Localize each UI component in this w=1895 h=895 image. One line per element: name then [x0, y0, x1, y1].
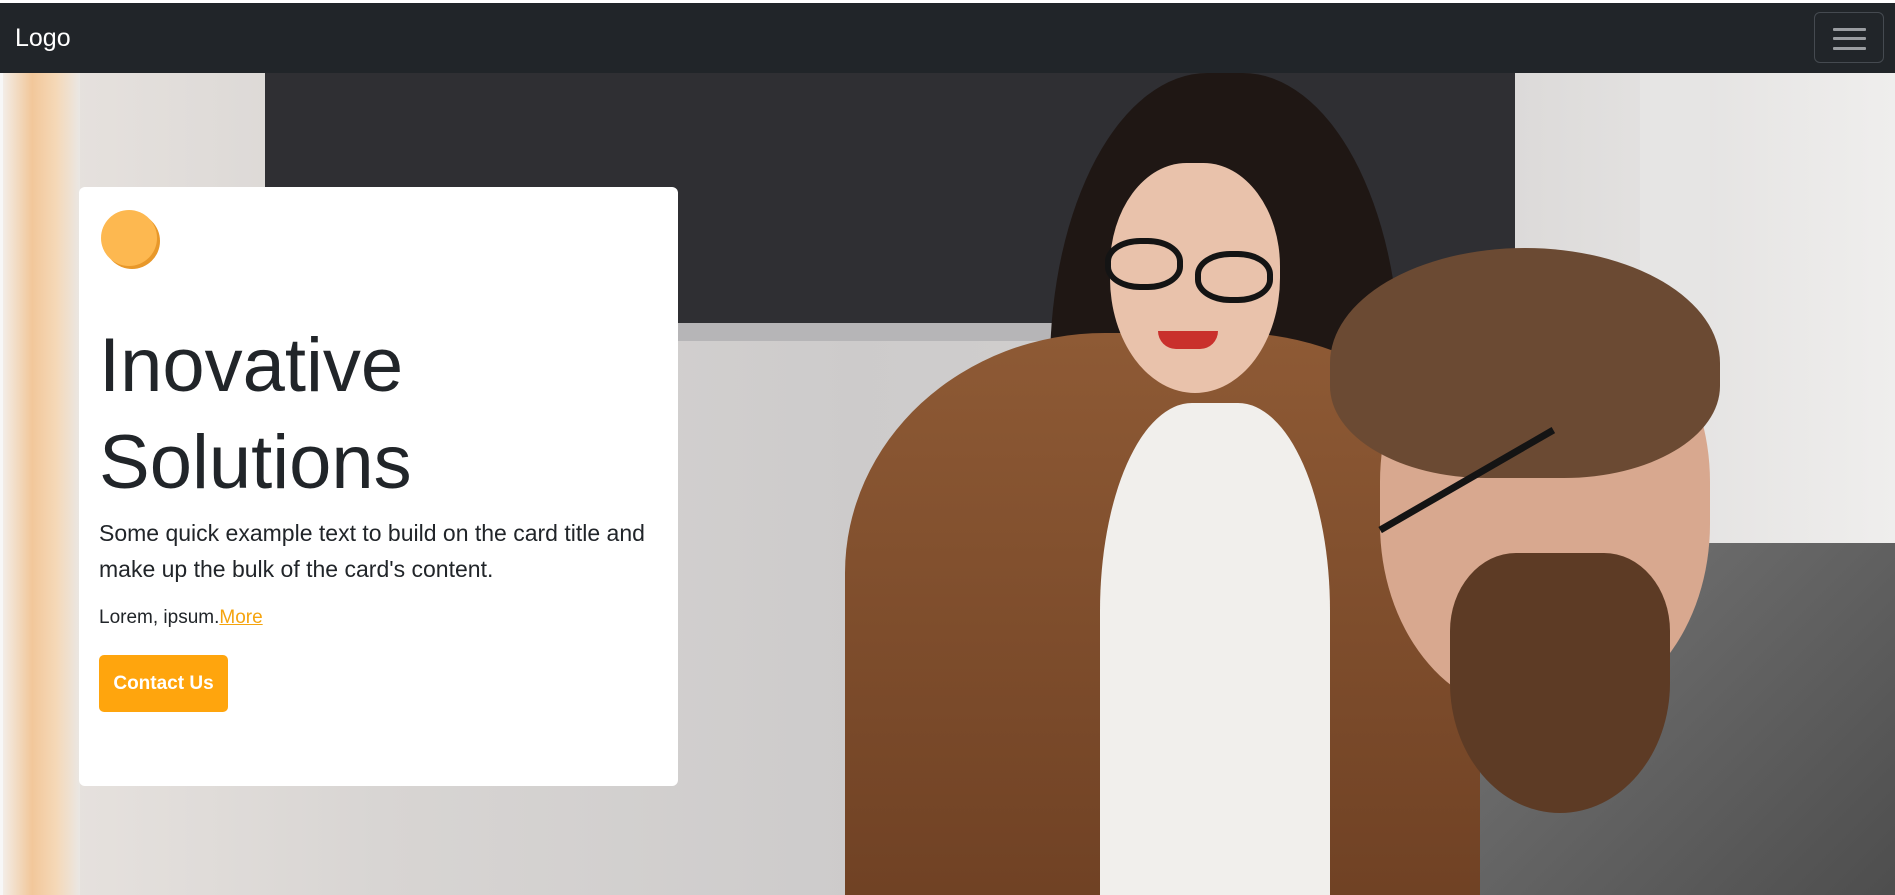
- brand-logo-link[interactable]: Logo: [15, 24, 71, 53]
- more-link[interactable]: More: [219, 607, 262, 628]
- card-title-line2: Solutions: [99, 420, 412, 505]
- orange-circle-icon: [101, 210, 157, 266]
- small-text-label: Lorem, ipsum.: [99, 607, 220, 628]
- card-title: Inovative Solutions: [99, 317, 659, 511]
- card-title-line1: Inovative: [99, 323, 404, 408]
- navbar: Logo: [0, 3, 1895, 73]
- card-small-text: Lorem, ipsum.More: [99, 607, 263, 629]
- card-text: Some quick example text to build on the …: [99, 520, 645, 582]
- hero-card: Inovative Solutions Some quick example t…: [79, 187, 678, 786]
- navbar-toggler-button[interactable]: [1814, 12, 1884, 63]
- contact-us-button[interactable]: Contact Us: [99, 655, 228, 712]
